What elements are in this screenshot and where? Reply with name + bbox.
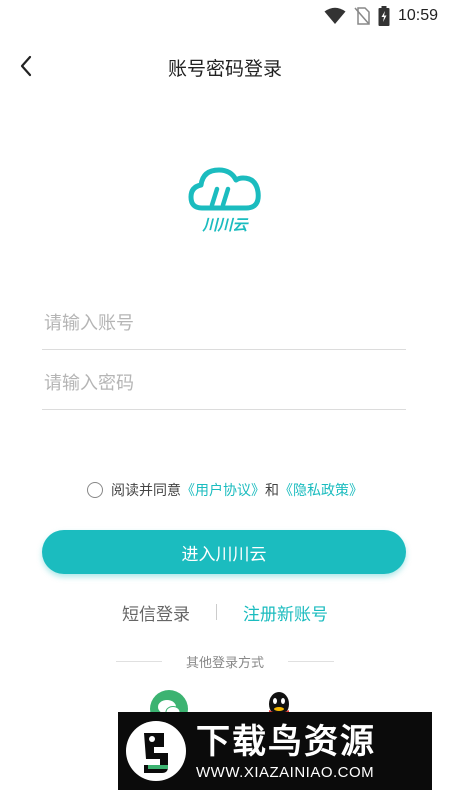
register-link[interactable]: 注册新账号 — [243, 600, 328, 625]
app-logo: 川川云 — [188, 160, 262, 238]
other-login-header: 其他登录方式 — [0, 652, 450, 671]
account-input[interactable] — [42, 298, 406, 349]
user-agreement-link[interactable]: 《用户协议》 — [181, 480, 265, 500]
watermark-text: 下载鸟资源 WWW.XIAZAINIAO.COM — [196, 722, 376, 781]
bird-logo-icon — [126, 721, 186, 781]
privacy-policy-link[interactable]: 《隐私政策》 — [279, 480, 363, 500]
agreement-radio[interactable] — [87, 482, 103, 498]
no-sim-icon — [354, 7, 370, 25]
agreement-and: 和 — [265, 483, 279, 499]
watermark-url: WWW.XIAZAINIAO.COM — [196, 763, 375, 781]
sub-links: 短信登录 注册新账号 — [0, 600, 450, 625]
cloud-logo-icon: 川川云 — [188, 167, 261, 234]
watermark-title: 下载鸟资源 — [196, 721, 376, 762]
logo-text: 川川云 — [201, 216, 249, 234]
status-bar: 10:59 — [0, 0, 450, 32]
account-field — [42, 298, 406, 350]
divider-line-right — [288, 661, 334, 662]
agreement-prefix: 阅读并同意 — [111, 483, 181, 499]
password-input[interactable] — [42, 358, 406, 409]
divider-line-left — [115, 661, 162, 662]
watermark-banner: 下载鸟资源 WWW.XIAZAINIAO.COM — [118, 712, 432, 790]
link-divider — [216, 604, 217, 620]
status-icons: 10:59 — [324, 6, 438, 26]
battery-charging-icon — [378, 6, 390, 26]
login-button[interactable]: 进入川川云 — [42, 530, 406, 574]
other-login-title: 其他登录方式 — [185, 656, 264, 671]
wifi-icon — [324, 7, 346, 24]
sms-login-link[interactable]: 短信登录 — [122, 600, 190, 625]
agreement-row: 阅读并同意 《用户协议》 和 《隐私政策》 — [0, 480, 450, 500]
header: 账号密码登录 — [0, 44, 450, 88]
password-field — [42, 358, 406, 410]
page-title: 账号密码登录 — [167, 58, 282, 80]
status-time: 10:59 — [397, 7, 438, 24]
